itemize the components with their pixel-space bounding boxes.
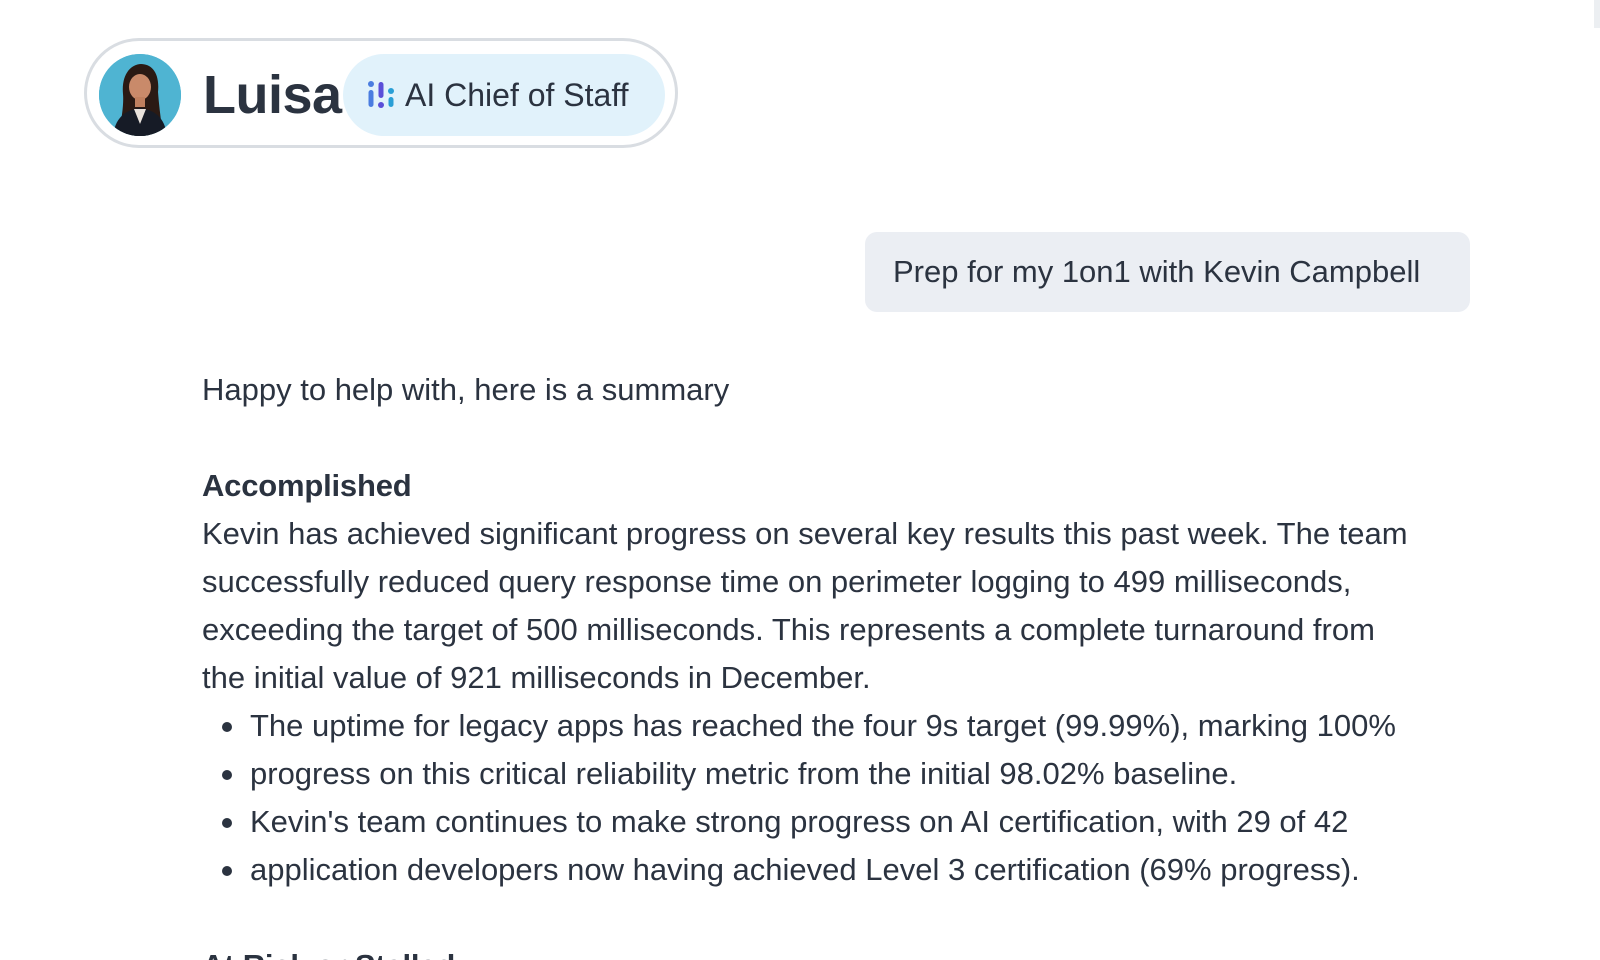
bullet-icon [222, 722, 232, 732]
ai-sparkle-bars-icon [367, 80, 395, 110]
agent-name: Luisa [203, 65, 342, 125]
list-item-text: Kevin's team continues to make strong pr… [250, 804, 1349, 839]
list-item-text: The uptime for legacy apps has reached t… [250, 708, 1396, 743]
agent-header[interactable]: Luisa AI Chief of Staff [84, 38, 678, 148]
list-item: The uptime for legacy apps has reached t… [202, 702, 1462, 750]
list-item-text: application developers now having achiev… [250, 852, 1360, 887]
assistant-response: Happy to help with, here is a summary Ac… [202, 366, 1462, 960]
section-title-at-risk: At Risk or Stalled [202, 942, 1462, 960]
paragraph-line: Kevin has achieved significant progress … [202, 516, 1408, 551]
list-item: progress on this critical reliability me… [202, 750, 1462, 798]
accomplished-bullet-list: The uptime for legacy apps has reached t… [202, 702, 1462, 894]
section-title-accomplished: Accomplished [202, 468, 412, 503]
list-item: Kevin's team continues to make strong pr… [202, 798, 1462, 846]
list-item: application developers now having achiev… [202, 846, 1462, 894]
list-item-text: progress on this critical reliability me… [250, 756, 1238, 791]
bullet-icon [222, 818, 232, 828]
bullet-icon [222, 770, 232, 780]
role-label: AI Chief of Staff [405, 77, 629, 113]
paragraph-line: successfully reduced query response time… [202, 564, 1352, 599]
person-avatar-icon [99, 54, 181, 136]
paragraph-line: the initial value of 921 milliseconds in… [202, 660, 871, 695]
paragraph-line: exceeding the target of 500 milliseconds… [202, 612, 1375, 647]
scrollbar[interactable] [1594, 0, 1600, 28]
response-intro: Happy to help with, here is a summary [202, 372, 730, 407]
chat-page: Luisa AI Chief of Staff Prep for my 1on1… [0, 0, 1600, 960]
bullet-icon [222, 866, 232, 876]
user-message-bubble: Prep for my 1on1 with Kevin Campbell [865, 232, 1470, 312]
role-badge: AI Chief of Staff [343, 54, 665, 136]
